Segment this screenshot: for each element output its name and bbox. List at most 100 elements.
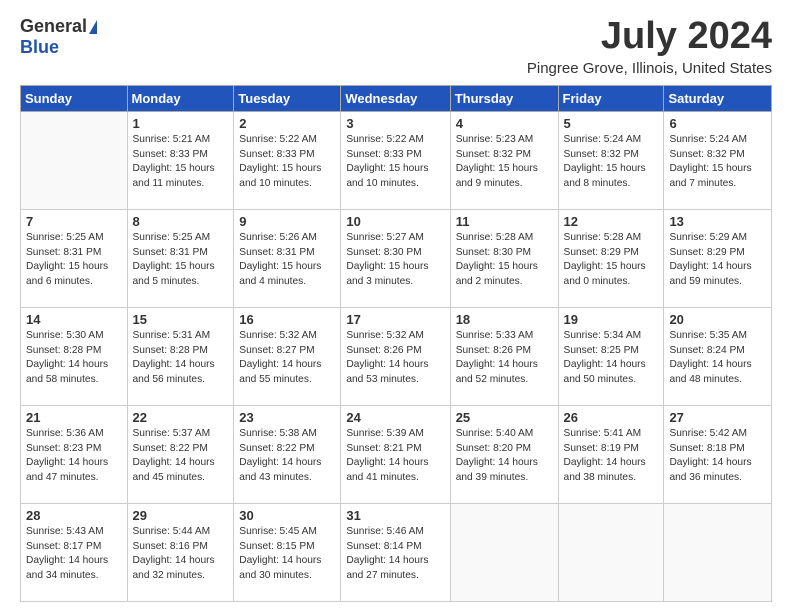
day-number: 19 bbox=[564, 312, 659, 327]
day-number: 13 bbox=[669, 214, 766, 229]
cell-daylight-info: Sunrise: 5:24 AMSunset: 8:32 PMDaylight:… bbox=[564, 133, 659, 192]
day-number: 6 bbox=[669, 116, 766, 131]
calendar-cell: 3 Sunrise: 5:22 AMSunset: 8:33 PMDaylight… bbox=[341, 111, 450, 209]
cell-daylight-info: Sunrise: 5:44 AMSunset: 8:16 PMDaylight:… bbox=[133, 525, 229, 584]
calendar-week-4: 21Sunrise: 5:36 AMSunset: 8:23 PMDayligh… bbox=[21, 405, 772, 503]
cell-daylight-info: Sunrise: 5:39 AMSunset: 8:21 PMDaylight:… bbox=[346, 427, 444, 486]
calendar-cell: 29 Sunrise: 5:44 AMSunset: 8:16 PMDayligh… bbox=[127, 503, 234, 601]
cell-daylight-info: Sunrise: 5:28 AMSunset: 8:29 PMDaylight:… bbox=[564, 231, 659, 290]
col-header-thursday: Thursday bbox=[450, 85, 558, 111]
calendar-cell: 6 Sunrise: 5:24 AMSunset: 8:32 PMDaylight… bbox=[664, 111, 772, 209]
cell-daylight-info: Sunrise: 5:29 AMSunset: 8:29 PMDaylight:… bbox=[669, 231, 766, 290]
day-number: 12 bbox=[564, 214, 659, 229]
calendar: SundayMondayTuesdayWednesdayThursdayFrid… bbox=[20, 85, 772, 602]
day-number: 26 bbox=[564, 410, 659, 425]
calendar-cell bbox=[21, 111, 128, 209]
col-header-saturday: Saturday bbox=[664, 85, 772, 111]
cell-daylight-info: Sunrise: 5:31 AMSunset: 8:28 PMDaylight:… bbox=[133, 329, 229, 388]
calendar-cell: 4 Sunrise: 5:23 AMSunset: 8:32 PMDaylight… bbox=[450, 111, 558, 209]
day-number: 4 bbox=[456, 116, 553, 131]
calendar-cell: 27 Sunrise: 5:42 AMSunset: 8:18 PMDayligh… bbox=[664, 405, 772, 503]
day-number: 28 bbox=[26, 508, 122, 523]
day-number: 3 bbox=[346, 116, 444, 131]
day-number: 27 bbox=[669, 410, 766, 425]
day-number: 11 bbox=[456, 214, 553, 229]
cell-daylight-info: Sunrise: 5:28 AMSunset: 8:30 PMDaylight:… bbox=[456, 231, 553, 290]
col-header-tuesday: Tuesday bbox=[234, 85, 341, 111]
cell-daylight-info: Sunrise: 5:35 AMSunset: 8:24 PMDaylight:… bbox=[669, 329, 766, 388]
calendar-cell: 17Sunrise: 5:32 AMSunset: 8:26 PMDayligh… bbox=[341, 307, 450, 405]
day-number: 9 bbox=[239, 214, 335, 229]
title-block: July 2024 Pingree Grove, Illinois, Unite… bbox=[527, 16, 772, 77]
day-number: 18 bbox=[456, 312, 553, 327]
calendar-cell: 2Sunrise: 5:22 AMSunset: 8:33 PMDaylight… bbox=[234, 111, 341, 209]
calendar-cell: 25 Sunrise: 5:40 AMSunset: 8:20 PMDayligh… bbox=[450, 405, 558, 503]
calendar-week-2: 7 Sunrise: 5:25 AMSunset: 8:31 PMDaylight… bbox=[21, 209, 772, 307]
calendar-header-row: SundayMondayTuesdayWednesdayThursdayFrid… bbox=[21, 85, 772, 111]
calendar-cell: 16Sunrise: 5:32 AMSunset: 8:27 PMDayligh… bbox=[234, 307, 341, 405]
logo: General Blue bbox=[20, 16, 97, 58]
logo-line1: General bbox=[20, 16, 97, 37]
calendar-cell bbox=[450, 503, 558, 601]
calendar-cell: 10 Sunrise: 5:27 AMSunset: 8:30 PMDayligh… bbox=[341, 209, 450, 307]
day-number: 16 bbox=[239, 312, 335, 327]
cell-daylight-info: Sunrise: 5:25 AMSunset: 8:31 PMDaylight:… bbox=[133, 231, 229, 290]
col-header-monday: Monday bbox=[127, 85, 234, 111]
month-title: July 2024 bbox=[527, 16, 772, 58]
calendar-cell bbox=[664, 503, 772, 601]
calendar-week-5: 28 Sunrise: 5:43 AMSunset: 8:17 PMDayligh… bbox=[21, 503, 772, 601]
day-number: 8 bbox=[133, 214, 229, 229]
cell-daylight-info: Sunrise: 5:42 AMSunset: 8:18 PMDaylight:… bbox=[669, 427, 766, 486]
calendar-cell: 20Sunrise: 5:35 AMSunset: 8:24 PMDayligh… bbox=[664, 307, 772, 405]
calendar-cell: 11 Sunrise: 5:28 AMSunset: 8:30 PMDayligh… bbox=[450, 209, 558, 307]
calendar-cell: 23Sunrise: 5:38 AMSunset: 8:22 PMDayligh… bbox=[234, 405, 341, 503]
location: Pingree Grove, Illinois, United States bbox=[527, 60, 772, 77]
calendar-cell: 9 Sunrise: 5:26 AMSunset: 8:31 PMDaylight… bbox=[234, 209, 341, 307]
cell-daylight-info: Sunrise: 5:27 AMSunset: 8:30 PMDaylight:… bbox=[346, 231, 444, 290]
cell-daylight-info: Sunrise: 5:43 AMSunset: 8:17 PMDaylight:… bbox=[26, 525, 122, 584]
calendar-cell: 24 Sunrise: 5:39 AMSunset: 8:21 PMDayligh… bbox=[341, 405, 450, 503]
calendar-cell: 12 Sunrise: 5:28 AMSunset: 8:29 PMDayligh… bbox=[558, 209, 664, 307]
calendar-cell: 15 Sunrise: 5:31 AMSunset: 8:28 PMDayligh… bbox=[127, 307, 234, 405]
cell-daylight-info: Sunrise: 5:21 AMSunset: 8:33 PMDaylight:… bbox=[133, 133, 229, 192]
col-header-wednesday: Wednesday bbox=[341, 85, 450, 111]
day-number: 24 bbox=[346, 410, 444, 425]
cell-daylight-info: Sunrise: 5:25 AMSunset: 8:31 PMDaylight:… bbox=[26, 231, 122, 290]
calendar-cell: 14Sunrise: 5:30 AMSunset: 8:28 PMDayligh… bbox=[21, 307, 128, 405]
cell-daylight-info: Sunrise: 5:24 AMSunset: 8:32 PMDaylight:… bbox=[669, 133, 766, 192]
logo-blue: Blue bbox=[20, 37, 59, 58]
cell-daylight-info: Sunrise: 5:23 AMSunset: 8:32 PMDaylight:… bbox=[456, 133, 553, 192]
day-number: 2 bbox=[239, 116, 335, 131]
calendar-cell: 30Sunrise: 5:45 AMSunset: 8:15 PMDayligh… bbox=[234, 503, 341, 601]
logo-general: General bbox=[20, 16, 87, 37]
day-number: 25 bbox=[456, 410, 553, 425]
calendar-cell: 19 Sunrise: 5:34 AMSunset: 8:25 PMDayligh… bbox=[558, 307, 664, 405]
calendar-cell: 13 Sunrise: 5:29 AMSunset: 8:29 PMDayligh… bbox=[664, 209, 772, 307]
cell-daylight-info: Sunrise: 5:33 AMSunset: 8:26 PMDaylight:… bbox=[456, 329, 553, 388]
cell-daylight-info: Sunrise: 5:36 AMSunset: 8:23 PMDaylight:… bbox=[26, 427, 122, 486]
calendar-cell bbox=[558, 503, 664, 601]
page: General Blue July 2024 Pingree Grove, Il… bbox=[0, 0, 792, 612]
calendar-cell: 31Sunrise: 5:46 AMSunset: 8:14 PMDayligh… bbox=[341, 503, 450, 601]
col-header-sunday: Sunday bbox=[21, 85, 128, 111]
cell-daylight-info: Sunrise: 5:34 AMSunset: 8:25 PMDaylight:… bbox=[564, 329, 659, 388]
calendar-cell: 7 Sunrise: 5:25 AMSunset: 8:31 PMDaylight… bbox=[21, 209, 128, 307]
day-number: 15 bbox=[133, 312, 229, 327]
calendar-cell: 22Sunrise: 5:37 AMSunset: 8:22 PMDayligh… bbox=[127, 405, 234, 503]
day-number: 14 bbox=[26, 312, 122, 327]
calendar-cell: 18 Sunrise: 5:33 AMSunset: 8:26 PMDayligh… bbox=[450, 307, 558, 405]
calendar-week-1: 1Sunrise: 5:21 AMSunset: 8:33 PMDaylight… bbox=[21, 111, 772, 209]
day-number: 29 bbox=[133, 508, 229, 523]
cell-daylight-info: Sunrise: 5:26 AMSunset: 8:31 PMDaylight:… bbox=[239, 231, 335, 290]
cell-daylight-info: Sunrise: 5:22 AMSunset: 8:33 PMDaylight:… bbox=[346, 133, 444, 192]
day-number: 7 bbox=[26, 214, 122, 229]
col-header-friday: Friday bbox=[558, 85, 664, 111]
cell-daylight-info: Sunrise: 5:40 AMSunset: 8:20 PMDaylight:… bbox=[456, 427, 553, 486]
day-number: 31 bbox=[346, 508, 444, 523]
calendar-cell: 8 Sunrise: 5:25 AMSunset: 8:31 PMDaylight… bbox=[127, 209, 234, 307]
cell-daylight-info: Sunrise: 5:38 AMSunset: 8:22 PMDaylight:… bbox=[239, 427, 335, 486]
cell-daylight-info: Sunrise: 5:37 AMSunset: 8:22 PMDaylight:… bbox=[133, 427, 229, 486]
header: General Blue July 2024 Pingree Grove, Il… bbox=[20, 16, 772, 77]
day-number: 10 bbox=[346, 214, 444, 229]
cell-daylight-info: Sunrise: 5:41 AMSunset: 8:19 PMDaylight:… bbox=[564, 427, 659, 486]
